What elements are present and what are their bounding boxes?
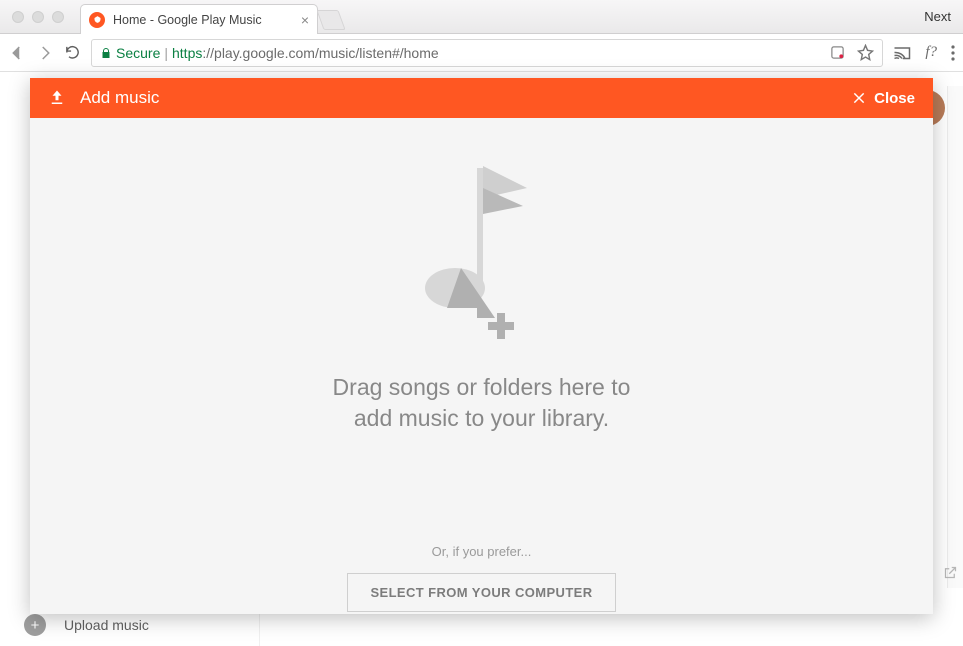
dialog-body[interactable]: Drag songs or folders here to add music … [30,118,933,614]
reload-button[interactable] [64,44,81,61]
add-music-dialog: Add music Close Drag songs or folders he… [30,78,933,614]
extension-f-icon[interactable]: f? [925,44,937,61]
window-close-button[interactable] [12,11,24,23]
back-button[interactable] [8,44,26,62]
window-titlebar: Home - Google Play Music × Next [0,0,963,34]
window-minimize-button[interactable] [32,11,44,23]
music-note-art [417,158,547,348]
dialog-title: Add music [80,88,159,108]
secure-label: Secure [116,45,160,61]
url-path: /music/listen#/home [315,45,439,61]
window-next-label: Next [924,9,951,24]
upload-icon [48,89,66,107]
cast-icon[interactable] [893,45,911,60]
window-zoom-button[interactable] [52,11,64,23]
forward-icon [36,44,54,62]
drag-line2: add music to your library. [333,403,631,434]
secure-indicator: Secure [100,45,160,61]
star-icon[interactable] [857,44,874,61]
tab-close-icon[interactable]: × [301,12,309,28]
scrollbar[interactable] [947,86,963,588]
url-scheme: https [172,45,202,61]
address-bar[interactable]: Secure | https ://play.google.com /music… [91,39,883,67]
reload-icon [64,44,81,61]
or-prefer-label: Or, if you prefer... [432,544,532,559]
close-icon [852,91,866,105]
close-button[interactable]: Close [852,90,915,107]
browser-tab[interactable]: Home - Google Play Music × [80,4,318,34]
select-from-computer-button[interactable]: SELECT FROM YOUR COMPUTER [347,573,615,612]
lock-icon [100,47,112,59]
url-host: ://play.google.com [202,45,315,61]
drag-line1: Drag songs or folders here to [333,372,631,403]
extension-icon[interactable] [830,45,845,60]
close-label: Close [874,90,915,107]
sidebar-item-upload-music[interactable]: + Upload music [24,614,149,636]
sidebar-item-label: Upload music [64,617,149,633]
back-icon [8,44,26,62]
drag-instructions: Drag songs or folders here to add music … [333,372,631,434]
menu-icon[interactable] [951,45,955,61]
traffic-lights [12,11,64,23]
dialog-header: Add music Close [30,78,933,118]
forward-button[interactable] [36,44,54,62]
popout-icon[interactable] [943,565,958,580]
new-tab-button[interactable] [316,10,345,30]
browser-toolbar: Secure | https ://play.google.com /music… [0,34,963,72]
plus-circle-icon: + [24,614,46,636]
tab-favicon [89,12,105,28]
tab-title: Home - Google Play Music [113,13,293,27]
